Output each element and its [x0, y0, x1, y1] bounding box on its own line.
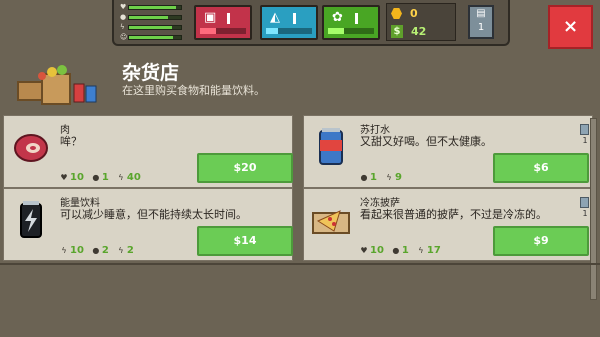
stat-bar	[128, 25, 182, 30]
meter-fill	[328, 28, 345, 34]
meter-tick	[227, 13, 230, 24]
smile-icon: ☺	[120, 33, 128, 41]
stat-bar	[128, 15, 182, 20]
inventory-icon: ▤	[476, 8, 486, 19]
drop-icon: ●	[92, 245, 100, 255]
stat-bar	[128, 35, 182, 40]
energy-icon: ✿	[332, 10, 343, 25]
meter-tick	[355, 13, 358, 24]
item-card-soda: 苏打水 又甜又好喝。但不太健康。 ● 1 ϟ9 $6 1	[303, 115, 593, 188]
effect-energy: ϟ 40	[118, 172, 141, 183]
stat-bar-fill	[129, 16, 168, 19]
buy-button-meat[interactable]: $20	[197, 153, 293, 183]
food-bag-icon: ▣	[204, 10, 217, 25]
bolt-icon: ϟ	[120, 23, 125, 31]
item-effects: ♥ 10 ● 1 ϟ 17	[360, 245, 441, 256]
stat-bar	[128, 5, 182, 10]
heart-icon: ♥	[360, 245, 368, 255]
effect-health: ♥ 10	[360, 245, 384, 256]
water-icon: ◭	[270, 10, 280, 25]
meter-tick	[293, 13, 296, 24]
buy-button-soda[interactable]: $6	[493, 153, 589, 183]
stat-bar-fill	[129, 36, 174, 39]
effect-energy-2: ϟ2	[118, 245, 134, 256]
energy-meter[interactable]: ✿	[322, 5, 380, 40]
owned-count: 1	[580, 124, 590, 145]
stat-bar-fill	[129, 6, 176, 9]
effect-energy: ϟ 17	[418, 245, 441, 256]
item-card-meat: 肉 哞？ ♥ 10 ● 1 ϟ 40 $20	[3, 115, 293, 188]
item-effects: ● 1 ϟ9	[360, 172, 402, 183]
pizza-box-icon	[312, 210, 350, 234]
item-effects: ♥ 10 ● 1 ϟ 40	[60, 172, 141, 183]
cash-dollar-icon: $	[391, 25, 403, 38]
buy-button-frozen-pizza[interactable]: $9	[493, 226, 589, 256]
effect-hydration: ● 1	[392, 245, 409, 256]
effect-health: ♥ 10	[60, 172, 84, 183]
status-hud: ♥ ● ϟ ☺ ▣ ◭ ✿ 0 $ 42 ▤ 1	[112, 0, 510, 46]
heart-icon: ♥	[120, 3, 127, 11]
hunger-meter[interactable]: ▣	[194, 5, 252, 40]
owned-count: 1	[580, 197, 590, 218]
grocery-bag-icon	[17, 65, 97, 105]
gold-value: 0	[410, 7, 418, 20]
effect-energy: ϟ 10	[61, 245, 84, 256]
thirst-meter[interactable]: ◭	[260, 5, 318, 40]
heart-icon: ♥	[60, 172, 68, 182]
effect-hydration: ● 2	[92, 245, 109, 256]
stat-hydration: ●	[120, 13, 184, 22]
item-description: 可以减少睡意，但不能持续太长时间。	[60, 208, 247, 221]
gold-counter: 0	[391, 7, 418, 20]
close-button[interactable]: ×	[548, 5, 593, 49]
store-header: 杂货店 在这里购买食物和能量饮料。	[12, 54, 342, 105]
store-subtitle: 在这里购买食物和能量饮料。	[122, 84, 265, 97]
divider	[0, 263, 600, 265]
inventory-button[interactable]: ▤ 1	[468, 5, 494, 39]
gold-hex-icon	[391, 8, 402, 19]
soda-can-icon	[319, 128, 343, 165]
store-title: 杂货店	[122, 62, 180, 84]
effect-hydration: ● 1	[360, 172, 377, 183]
cash-counter: $ 42	[391, 25, 426, 38]
bolt-icon: ϟ	[118, 245, 124, 255]
meter-bar	[328, 28, 374, 34]
item-card-frozen-pizza: 冷冻披萨 看起来很普通的披萨，不过是冷冻的。 ♥ 10 ● 1 ϟ 17 $9 1	[303, 188, 593, 261]
effect-hydration: ● 1	[92, 172, 109, 183]
stat-health: ♥	[120, 3, 184, 12]
bolt-icon: ϟ	[118, 172, 124, 182]
item-grid: 肉 哞？ ♥ 10 ● 1 ϟ 40 $20 苏打水 又甜又好喝。但不太健康。 ● 1 …	[0, 112, 600, 337]
bolt-icon: ϟ	[61, 245, 67, 255]
item-effects: ϟ 10 ● 2 ϟ2	[60, 245, 134, 256]
inventory-icon	[580, 124, 589, 135]
drop-icon: ●	[92, 172, 100, 182]
stat-bar-fill	[129, 26, 172, 29]
currency-panel: 0 $ 42	[386, 3, 456, 41]
buy-button-energy-drink[interactable]: $14	[197, 226, 293, 256]
inventory-icon	[580, 197, 589, 208]
meter-bar	[266, 28, 312, 34]
drop-icon: ●	[392, 245, 400, 255]
drop-icon: ●	[360, 172, 368, 182]
meter-fill	[200, 28, 217, 34]
stat-energy: ϟ	[120, 23, 184, 32]
item-card-energy-drink: 能量饮料 可以减少睡意，但不能持续太长时间。 ϟ 10 ● 2 ϟ2 $14	[3, 188, 293, 261]
stat-mood: ☺	[120, 33, 184, 42]
vital-stats: ♥ ● ϟ ☺	[120, 3, 184, 43]
bolt-icon: ϟ	[418, 245, 424, 255]
item-description: 又甜又好喝。但不太健康。	[360, 135, 492, 148]
item-description: 看起来很普通的披萨，不过是冷冻的。	[360, 208, 547, 221]
meter-fill	[266, 28, 278, 34]
cash-value: 42	[411, 25, 427, 38]
bolt-icon: ϟ	[386, 172, 392, 182]
effect-energy: ϟ9	[386, 172, 402, 183]
inventory-count: 1	[477, 22, 485, 33]
energy-drink-icon	[20, 201, 42, 238]
meter-bar	[200, 28, 246, 34]
item-description: 哞？	[60, 135, 82, 148]
meat-icon	[14, 134, 48, 162]
scrollbar[interactable]	[590, 118, 597, 300]
drop-icon: ●	[120, 13, 127, 21]
